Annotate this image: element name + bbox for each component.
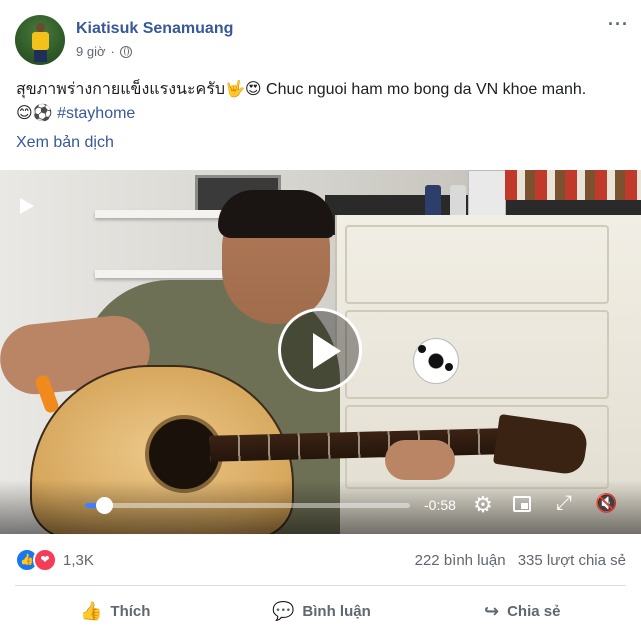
comment-count-link[interactable]: 222 bình luận bbox=[415, 552, 506, 569]
video-scene-football bbox=[413, 338, 459, 384]
meta-separator: · bbox=[110, 44, 115, 59]
reactions-summary[interactable]: 👍 ❤ 1,3K bbox=[15, 548, 94, 572]
post-text-line2: 😊⚽ #stayhome bbox=[16, 102, 631, 126]
share-label: Chia sẻ bbox=[507, 602, 561, 620]
mute-icon[interactable]: 🔇 bbox=[595, 492, 619, 514]
video-scrubber-handle[interactable] bbox=[96, 497, 113, 514]
like-label: Thích bbox=[110, 602, 151, 620]
author-name[interactable]: Kiatisuk Senamuang bbox=[76, 20, 233, 38]
video-scene-person-hand bbox=[385, 440, 455, 480]
play-icon[interactable] bbox=[20, 198, 34, 214]
video-progress-bar[interactable] bbox=[85, 503, 410, 508]
avatar-figure-shirt bbox=[32, 32, 49, 50]
play-icon bbox=[313, 333, 341, 369]
video-player[interactable]: -0:58 ⚙ ⤢ 🔇 bbox=[0, 170, 641, 534]
post-time[interactable]: 9 giờ bbox=[76, 44, 106, 59]
gear-icon[interactable]: ⚙ bbox=[472, 494, 494, 516]
video-scene-drawer bbox=[345, 310, 609, 399]
comment-label: Bình luận bbox=[302, 602, 371, 620]
center-play-button[interactable] bbox=[278, 308, 362, 392]
engagement-counts: 222 bình luận 335 lượt chia sẻ bbox=[415, 552, 626, 569]
love-reaction-icon: ❤ bbox=[33, 548, 57, 572]
video-scene-person-hair bbox=[218, 190, 334, 238]
post-text-line1: สุขภาพร่างกายแข็งแรงนะครับ🤟😍 Chuc nguoi … bbox=[16, 81, 587, 98]
fullscreen-expand-icon[interactable]: ⤢ bbox=[553, 492, 575, 514]
video-scene-drawer bbox=[345, 225, 609, 304]
post-emoji: 😊⚽ bbox=[16, 105, 53, 122]
author-avatar[interactable] bbox=[15, 15, 65, 65]
post-meta: 9 giờ · bbox=[76, 44, 132, 59]
like-button[interactable]: 👍 Thích bbox=[80, 598, 150, 624]
facebook-post: Kiatisuk Senamuang 9 giờ · ··· สุขภาพร่า… bbox=[0, 0, 641, 635]
globe-icon bbox=[119, 45, 132, 58]
picture-in-picture-icon[interactable] bbox=[513, 496, 531, 512]
share-arrow-icon: ↪ bbox=[484, 600, 500, 621]
reaction-count: 1,3K bbox=[63, 551, 94, 569]
see-translation-link[interactable]: Xem bản dịch bbox=[16, 134, 114, 152]
time-remaining: -0:58 bbox=[424, 497, 456, 513]
hashtag-link[interactable]: #stayhome bbox=[57, 105, 135, 122]
thumbs-up-icon: 👍 bbox=[80, 600, 103, 621]
post-body: สุขภาพร่างกายแข็งแรงนะครับ🤟😍 Chuc nguoi … bbox=[16, 78, 631, 126]
comment-button[interactable]: 💬 Bình luận bbox=[272, 598, 371, 624]
avatar-figure-head bbox=[36, 23, 45, 32]
share-button[interactable]: ↪ Chia sẻ bbox=[484, 598, 560, 624]
comment-bubble-icon: 💬 bbox=[272, 600, 295, 621]
more-options-icon[interactable]: ··· bbox=[608, 14, 629, 35]
video-scene-books bbox=[505, 170, 641, 200]
divider bbox=[15, 585, 626, 586]
share-count-link[interactable]: 335 lượt chia sẻ bbox=[518, 552, 626, 569]
avatar-figure-shorts bbox=[34, 50, 47, 62]
